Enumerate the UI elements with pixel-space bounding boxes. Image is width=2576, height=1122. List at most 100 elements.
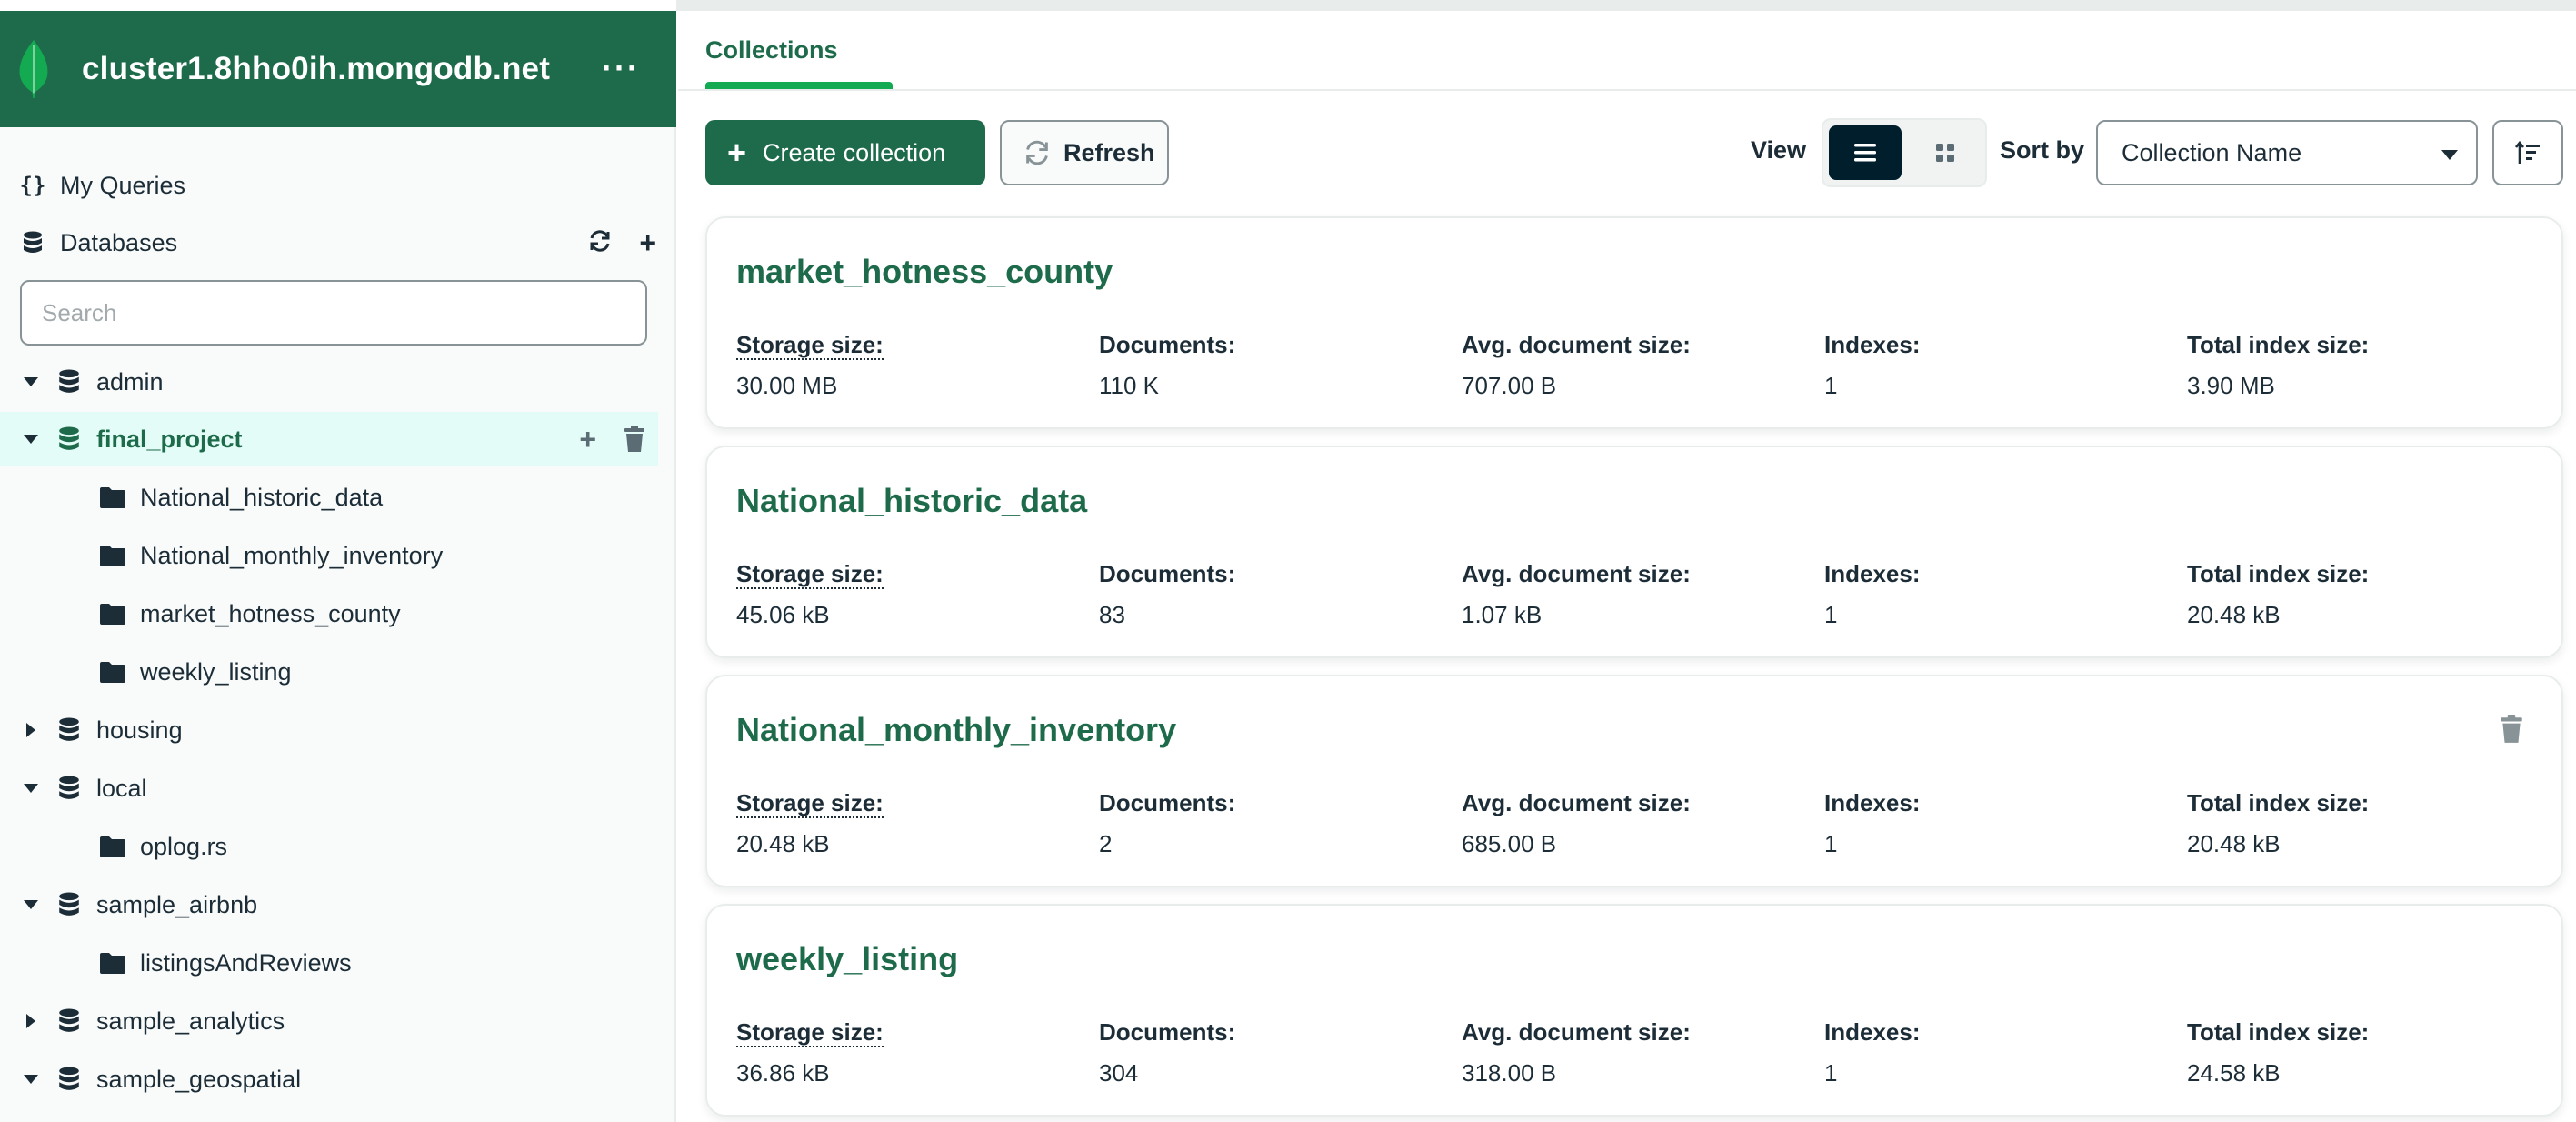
- mongodb-leaf-icon: [19, 40, 48, 98]
- stat-label: Indexes:: [1824, 1018, 1921, 1046]
- list-view-button[interactable]: [1829, 125, 1902, 180]
- refresh-databases-icon[interactable]: [588, 228, 612, 257]
- nav-my-queries-label: My Queries: [60, 171, 186, 199]
- stat-documents: Documents: 83: [1099, 560, 1235, 629]
- stat-value: 20.48 kB: [2187, 830, 2281, 857]
- collection-card[interactable]: market_hotness_county Storage size: 30.00…: [705, 216, 2563, 429]
- view-toggle: [1822, 118, 1987, 187]
- tree-collection[interactable]: National_historic_data: [0, 470, 658, 525]
- stat-total-index-size: Total index size: 24.58 kB: [2187, 1018, 2369, 1087]
- folder-icon: [100, 604, 125, 625]
- trash-icon[interactable]: [624, 426, 645, 453]
- curly-braces-icon: {}: [19, 173, 46, 198]
- stat-label: Avg. document size:: [1462, 331, 1691, 358]
- add-database-icon[interactable]: +: [639, 228, 656, 257]
- stat-total-index-size: Total index size: 20.48 kB: [2187, 560, 2369, 629]
- database-icon: [59, 369, 79, 393]
- stat-label: Storage size:: [736, 560, 884, 589]
- sidebar: cluster1.8hho0ih.mongodb.net ··· {} My Q…: [0, 0, 676, 1122]
- database-icon: [59, 1008, 79, 1032]
- stat-storage: Storage size: 20.48 kB: [736, 789, 884, 858]
- db-row-actions: +: [579, 425, 645, 454]
- refresh-button[interactable]: Refresh: [1000, 120, 1169, 185]
- tree-db-label: sample_geospatial: [96, 1065, 302, 1093]
- refresh-label: Refresh: [1063, 138, 1155, 166]
- tree-db-local[interactable]: local: [0, 761, 658, 816]
- connection-header[interactable]: cluster1.8hho0ih.mongodb.net ···: [0, 11, 676, 127]
- plus-icon: +: [727, 134, 747, 171]
- collection-name[interactable]: weekly_listing: [736, 940, 958, 978]
- tree-collection-label: National_historic_data: [140, 483, 384, 511]
- stat-label: Indexes:: [1824, 560, 1921, 587]
- compass-app: cluster1.8hho0ih.mongodb.net ··· {} My Q…: [0, 0, 2576, 1122]
- create-collection-button[interactable]: + Create collection: [705, 120, 985, 185]
- add-collection-icon[interactable]: +: [579, 425, 596, 454]
- tree-collection[interactable]: oplog.rs: [0, 819, 658, 874]
- caret-down-icon[interactable]: [22, 373, 40, 391]
- stat-label: Indexes:: [1824, 789, 1921, 816]
- sort-direction-button[interactable]: [2492, 120, 2563, 185]
- tree-collection[interactable]: National_monthly_inventory: [0, 528, 658, 583]
- collection-card[interactable]: weekly_listing Storage size: 36.86 kB Doc…: [705, 904, 2563, 1117]
- collection-name[interactable]: National_historic_data: [736, 482, 1087, 520]
- database-icon: [59, 892, 79, 916]
- stat-value: 20.48 kB: [736, 830, 830, 857]
- stat-value: 2: [1099, 830, 1113, 857]
- stat-value: 20.48 kB: [2187, 601, 2281, 628]
- nav-databases[interactable]: Databases +: [0, 215, 676, 270]
- database-icon: [59, 1067, 79, 1090]
- caret-right-icon[interactable]: [22, 1012, 40, 1030]
- stat-documents: Documents: 110 K: [1099, 331, 1235, 400]
- tab-collections[interactable]: Collections: [705, 36, 838, 65]
- sort-by-select[interactable]: Collection Name: [2096, 120, 2478, 185]
- collection-name[interactable]: market_hotness_county: [736, 253, 1113, 291]
- nav-my-queries[interactable]: {} My Queries: [0, 158, 676, 213]
- tree-collection-label: listingsAndReviews: [140, 948, 352, 977]
- collection-name[interactable]: National_monthly_inventory: [736, 711, 1176, 749]
- stat-avg-size: Avg. document size: 707.00 B: [1462, 331, 1691, 400]
- stat-value: 24.58 kB: [2187, 1059, 2281, 1087]
- tree-db-sample-geospatial[interactable]: sample_geospatial: [0, 1052, 658, 1107]
- collection-card[interactable]: National_historic_data Storage size: 45.0…: [705, 446, 2563, 658]
- tree-collection[interactable]: weekly_listing: [0, 645, 658, 699]
- caret-down-icon[interactable]: [22, 430, 40, 448]
- tree-db-admin[interactable]: admin: [0, 355, 658, 409]
- stat-value: 1.07 kB: [1462, 601, 1543, 628]
- connection-name: cluster1.8hho0ih.mongodb.net: [82, 51, 551, 86]
- create-collection-label: Create collection: [763, 138, 946, 166]
- stat-value: 1: [1824, 1059, 1838, 1087]
- stat-label: Storage size:: [736, 1018, 884, 1047]
- stat-avg-size: Avg. document size: 685.00 B: [1462, 789, 1691, 858]
- stat-indexes: Indexes: 1: [1824, 560, 1921, 629]
- nav-databases-label: Databases: [60, 228, 178, 256]
- databases-actions: +: [588, 228, 656, 257]
- stat-indexes: Indexes: 1: [1824, 789, 1921, 858]
- stat-total-index-size: Total index size: 20.48 kB: [2187, 789, 2369, 858]
- stat-value: 3.90 MB: [2187, 372, 2275, 399]
- tree-collection[interactable]: market_hotness_county: [0, 586, 658, 641]
- refresh-icon: [1026, 140, 1048, 165]
- stat-storage: Storage size: 36.86 kB: [736, 1018, 884, 1087]
- tree-db-label: admin: [96, 367, 164, 396]
- tree-db-sample-analytics[interactable]: sample_analytics: [0, 994, 658, 1048]
- grid-view-button[interactable]: [1909, 125, 1982, 180]
- trash-icon[interactable]: [2500, 715, 2523, 744]
- caret-down-icon[interactable]: [22, 779, 40, 797]
- grid-icon: [1936, 144, 1954, 162]
- stat-value: 1: [1824, 372, 1838, 399]
- collection-card[interactable]: National_monthly_inventory Storage size:…: [705, 675, 2563, 887]
- caret-right-icon[interactable]: [22, 721, 40, 739]
- folder-icon: [100, 836, 125, 857]
- tree-db-sample-airbnb[interactable]: sample_airbnb: [0, 877, 658, 932]
- sort-ascending-icon: [2515, 141, 2540, 164]
- tree-collection[interactable]: listingsAndReviews: [0, 936, 658, 990]
- caret-down-icon[interactable]: [22, 896, 40, 914]
- tree-db-label: housing: [96, 716, 183, 744]
- stat-value: 110 K: [1099, 372, 1160, 399]
- tree-db-final-project[interactable]: final_project +: [0, 412, 658, 466]
- caret-down-icon[interactable]: [22, 1070, 40, 1088]
- sidebar-search-input[interactable]: [20, 280, 647, 346]
- tree-db-housing[interactable]: housing: [0, 703, 658, 757]
- connection-menu-icon[interactable]: ···: [602, 49, 640, 87]
- folder-icon: [100, 487, 125, 508]
